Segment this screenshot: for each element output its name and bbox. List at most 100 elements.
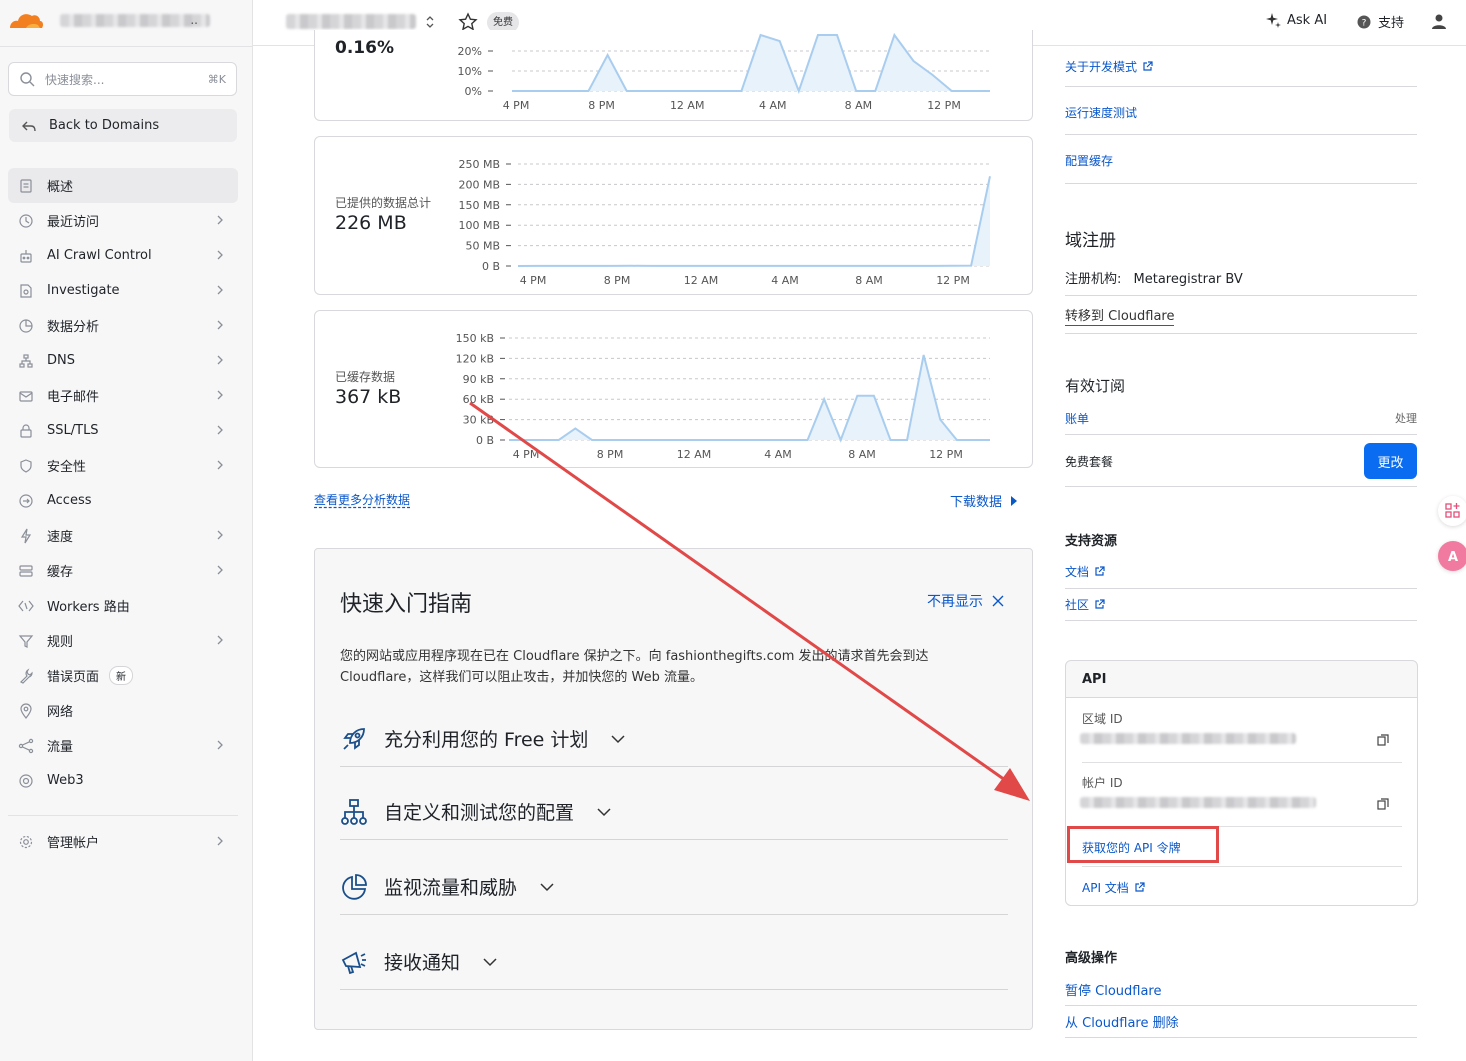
zone-id-value-redacted[interactable] bbox=[1080, 733, 1296, 748]
chevron-down-icon bbox=[611, 734, 625, 743]
api-card-body: 区域 ID 帐户 ID 获取您的 API 令牌 API 文档 bbox=[1066, 697, 1417, 905]
x-tick-label: 8 PM bbox=[597, 448, 624, 461]
sidebar-item-email[interactable]: 电子邮件 bbox=[8, 378, 238, 413]
guide-section-label: 自定义和测试您的配置 bbox=[384, 802, 575, 824]
series-line bbox=[517, 176, 991, 267]
plan-label: 免费套餐 bbox=[1065, 455, 1114, 469]
y-tick-label: 50 MB bbox=[465, 240, 500, 253]
grid-plus-icon bbox=[1445, 503, 1460, 518]
chart-card-cached: 已缓存数据 367 kB 150 kB 120 kB 90 kB 60 kB 30 kB… bbox=[314, 310, 1033, 468]
sidebar-item-network[interactable]: 网络 bbox=[8, 693, 238, 728]
download-data-label: 下载数据 bbox=[950, 495, 1003, 510]
guide-section-label: 监视流量和威胁 bbox=[384, 877, 518, 899]
change-plan-button[interactable]: 更改 bbox=[1364, 443, 1417, 479]
pie-chart-icon bbox=[342, 873, 367, 900]
cloudflare-logo[interactable] bbox=[6, 8, 44, 32]
guide-section-notifications[interactable]: 接收通知 bbox=[340, 934, 1008, 990]
account-id-value-redacted[interactable] bbox=[1080, 797, 1316, 812]
translate-icon: A bbox=[1448, 550, 1458, 565]
chart-card-served: 已提供的数据总计 226 MB 250 MB 200 MB 150 MB 100 MB… bbox=[314, 136, 1033, 295]
close-icon bbox=[992, 595, 1004, 607]
sidebar-item-error-pages[interactable]: 错误页面 新 bbox=[8, 658, 238, 693]
account-id-label: 帐户 ID bbox=[1082, 776, 1123, 790]
plan-row: 免费套餐 更改 bbox=[1065, 443, 1417, 487]
billing-link[interactable]: 账单 bbox=[1065, 412, 1089, 426]
ask-ai-button[interactable]: Ask AI bbox=[1265, 12, 1327, 28]
y-tick-label: 150 kB bbox=[456, 332, 494, 345]
wrench-icon bbox=[19, 667, 33, 684]
x-tick-label: 12 PM bbox=[936, 274, 970, 287]
share-nodes-icon bbox=[18, 738, 34, 753]
api-card: API 区域 ID 帐户 ID 获取您的 API 令牌 API 文档 bbox=[1065, 660, 1418, 906]
sidebar-item-label: Access bbox=[47, 493, 92, 508]
sidebar-item-access[interactable]: Access bbox=[8, 483, 238, 518]
chevron-up-down-icon[interactable] bbox=[424, 14, 436, 30]
domain-selector[interactable] bbox=[286, 14, 416, 29]
copy-icon[interactable] bbox=[1377, 734, 1389, 746]
sidebar-item-security[interactable]: 安全性 bbox=[8, 448, 238, 483]
guide-section-monitor[interactable]: 监视流量和威胁 bbox=[340, 859, 1008, 915]
handle-text: 处理 bbox=[1395, 412, 1417, 425]
sidebar-item-ssl-tls[interactable]: SSL/TLS bbox=[8, 413, 238, 448]
config-cache-link[interactable]: 配置缓存 bbox=[1065, 152, 1417, 169]
api-docs-link[interactable]: API 文档 bbox=[1082, 879, 1145, 896]
sidebar-item-label: 数据分析 bbox=[47, 320, 100, 335]
sidebar-item-overview[interactable]: 概述 bbox=[8, 168, 238, 203]
quick-search-input[interactable]: 快速搜索... ⌘K bbox=[8, 62, 237, 96]
sidebar-item-cache[interactable]: 缓存 bbox=[8, 553, 238, 588]
series-area bbox=[518, 176, 990, 266]
docs-link[interactable]: 文档 bbox=[1065, 563, 1417, 580]
rocket-icon bbox=[343, 727, 365, 750]
sidebar-item-label: 错误页面 bbox=[47, 670, 100, 685]
sidebar-item-investigate[interactable]: Investigate bbox=[8, 273, 238, 308]
star-icon[interactable] bbox=[458, 12, 478, 32]
guide-section-free-plan[interactable]: 充分利用您的 Free 计划 bbox=[340, 711, 1008, 767]
shield-icon bbox=[20, 458, 32, 473]
guide-section-label: 接收通知 bbox=[384, 952, 461, 974]
floating-translate-button[interactable]: A bbox=[1438, 541, 1466, 571]
back-to-domains-button[interactable]: Back to Domains bbox=[9, 109, 237, 142]
api-docs-label: API 文档 bbox=[1082, 881, 1129, 895]
sidebar-item-dns[interactable]: DNS bbox=[8, 343, 238, 378]
sidebar-item-recent[interactable]: 最近访问 bbox=[8, 203, 238, 238]
sidebar-item-speed[interactable]: 速度 bbox=[8, 518, 238, 553]
remove-from-cloudflare-link[interactable]: 从 Cloudflare 删除 bbox=[1065, 1016, 1179, 1031]
pause-cloudflare-link[interactable]: 暂停 Cloudflare bbox=[1065, 984, 1161, 999]
speed-test-link[interactable]: 运行速度测试 bbox=[1065, 104, 1417, 121]
sidebar-divider bbox=[8, 815, 238, 816]
community-link[interactable]: 社区 bbox=[1065, 596, 1417, 613]
copy-icon[interactable] bbox=[1377, 798, 1389, 810]
guide-section-customize[interactable]: 自定义和测试您的配置 bbox=[340, 784, 1008, 840]
y-tick-label: 250 MB bbox=[458, 158, 500, 171]
guide-dismiss-button[interactable]: 不再显示 bbox=[927, 591, 1005, 611]
more-analytics-link[interactable]: 查看更多分析数据 bbox=[314, 491, 410, 508]
chevron-right-icon bbox=[217, 740, 223, 750]
caret-right-icon bbox=[1011, 495, 1018, 506]
x-tick-label: 4 PM bbox=[513, 448, 540, 461]
sidebar-item-traffic[interactable]: 流量 bbox=[8, 728, 238, 763]
config-cache-row: 配置缓存 bbox=[1065, 135, 1417, 184]
sidebar-item-manage-account[interactable]: 管理帐户 bbox=[8, 824, 238, 859]
user-icon[interactable] bbox=[1430, 12, 1448, 30]
x-tick-label: 8 AM bbox=[848, 448, 876, 461]
sidebar-item-ai-crawl-control[interactable]: AI Crawl Control bbox=[8, 238, 238, 273]
account-selector[interactable]: .. bbox=[60, 13, 220, 29]
access-arrow-icon bbox=[19, 493, 33, 508]
server-stack-icon bbox=[19, 564, 33, 577]
sidebar-item-rules[interactable]: 规则 bbox=[8, 623, 238, 658]
chevron-right-icon bbox=[217, 565, 223, 575]
guide-dismiss-label: 不再显示 bbox=[927, 594, 983, 610]
x-tick-label: 12 PM bbox=[927, 99, 961, 112]
dev-mode-link[interactable]: 关于开发模式 bbox=[1065, 58, 1417, 75]
sidebar-item-web3[interactable]: Web3 bbox=[8, 763, 238, 798]
transfer-to-cloudflare-link[interactable]: 转移到 Cloudflare bbox=[1065, 309, 1175, 326]
support-button[interactable]: ? 支持 bbox=[1357, 12, 1404, 31]
floating-grid-button[interactable] bbox=[1438, 496, 1466, 526]
network-tree-icon bbox=[19, 353, 33, 368]
download-data-link[interactable]: 下载数据 bbox=[950, 491, 1019, 510]
chevron-down-icon bbox=[540, 882, 554, 891]
sidebar-item-analytics[interactable]: 数据分析 bbox=[8, 308, 238, 343]
sidebar-item-workers-routes[interactable]: Workers 路由 bbox=[8, 588, 238, 623]
api-card-title: API bbox=[1082, 672, 1107, 687]
sidebar-item-label: 缓存 bbox=[47, 565, 74, 580]
